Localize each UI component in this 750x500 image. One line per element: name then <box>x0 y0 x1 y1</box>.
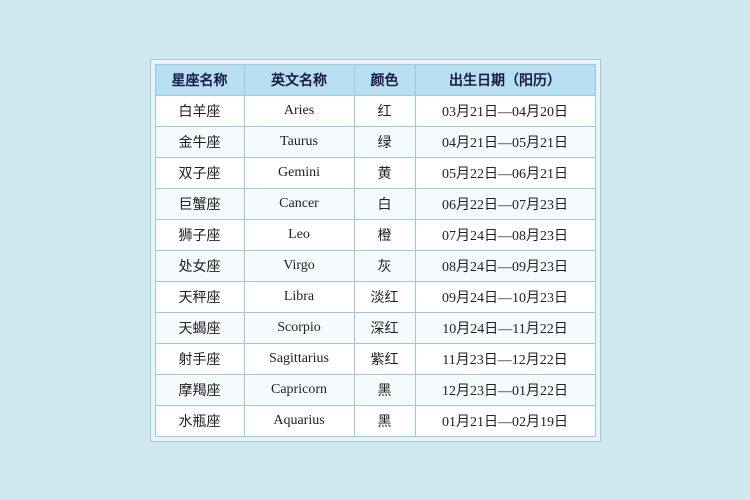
cell-zodiac-en: Taurus <box>244 126 354 157</box>
cell-zodiac-en: Cancer <box>244 188 354 219</box>
table-row: 双子座Gemini黄05月22日—06月21日 <box>155 157 595 188</box>
cell-zodiac-color: 深红 <box>354 312 415 343</box>
table-row: 狮子座Leo橙07月24日—08月23日 <box>155 219 595 250</box>
cell-zodiac-color: 紫红 <box>354 343 415 374</box>
cell-zodiac-en: Virgo <box>244 250 354 281</box>
cell-zodiac-name: 狮子座 <box>155 219 244 250</box>
cell-zodiac-color: 灰 <box>354 250 415 281</box>
cell-zodiac-date: 12月23日—01月22日 <box>415 374 595 405</box>
cell-zodiac-en: Aquarius <box>244 405 354 436</box>
cell-zodiac-date: 03月21日—04月20日 <box>415 95 595 126</box>
cell-zodiac-name: 射手座 <box>155 343 244 374</box>
table-row: 天蝎座Scorpio深红10月24日—11月22日 <box>155 312 595 343</box>
cell-zodiac-en: Gemini <box>244 157 354 188</box>
cell-zodiac-color: 红 <box>354 95 415 126</box>
cell-zodiac-name: 摩羯座 <box>155 374 244 405</box>
cell-zodiac-color: 淡红 <box>354 281 415 312</box>
cell-zodiac-name: 处女座 <box>155 250 244 281</box>
table-row: 天秤座Libra淡红09月24日—10月23日 <box>155 281 595 312</box>
cell-zodiac-en: Libra <box>244 281 354 312</box>
table-row: 金牛座Taurus绿04月21日—05月21日 <box>155 126 595 157</box>
cell-zodiac-name: 巨蟹座 <box>155 188 244 219</box>
cell-zodiac-en: Scorpio <box>244 312 354 343</box>
cell-zodiac-name: 天蝎座 <box>155 312 244 343</box>
table-row: 水瓶座Aquarius黑01月21日—02月19日 <box>155 405 595 436</box>
table-header-row: 星座名称 英文名称 颜色 出生日期（阳历） <box>155 64 595 95</box>
cell-zodiac-date: 11月23日—12月22日 <box>415 343 595 374</box>
table-row: 巨蟹座Cancer白06月22日—07月23日 <box>155 188 595 219</box>
cell-zodiac-name: 金牛座 <box>155 126 244 157</box>
cell-zodiac-name: 双子座 <box>155 157 244 188</box>
cell-zodiac-date: 04月21日—05月21日 <box>415 126 595 157</box>
table-row: 处女座Virgo灰08月24日—09月23日 <box>155 250 595 281</box>
cell-zodiac-en: Capricorn <box>244 374 354 405</box>
table-row: 白羊座Aries红03月21日—04月20日 <box>155 95 595 126</box>
cell-zodiac-en: Sagittarius <box>244 343 354 374</box>
cell-zodiac-date: 10月24日—11月22日 <box>415 312 595 343</box>
cell-zodiac-name: 白羊座 <box>155 95 244 126</box>
cell-zodiac-date: 08月24日—09月23日 <box>415 250 595 281</box>
cell-zodiac-date: 09月24日—10月23日 <box>415 281 595 312</box>
table-row: 射手座Sagittarius紫红11月23日—12月22日 <box>155 343 595 374</box>
cell-zodiac-date: 05月22日—06月21日 <box>415 157 595 188</box>
zodiac-table: 星座名称 英文名称 颜色 出生日期（阳历） 白羊座Aries红03月21日—04… <box>155 64 596 437</box>
cell-zodiac-date: 07月24日—08月23日 <box>415 219 595 250</box>
header-col2: 英文名称 <box>244 64 354 95</box>
table-row: 摩羯座Capricorn黑12月23日—01月22日 <box>155 374 595 405</box>
cell-zodiac-en: Leo <box>244 219 354 250</box>
cell-zodiac-name: 水瓶座 <box>155 405 244 436</box>
zodiac-table-container: 星座名称 英文名称 颜色 出生日期（阳历） 白羊座Aries红03月21日—04… <box>150 59 601 442</box>
cell-zodiac-color: 黑 <box>354 405 415 436</box>
header-col3: 颜色 <box>354 64 415 95</box>
cell-zodiac-color: 绿 <box>354 126 415 157</box>
cell-zodiac-color: 黑 <box>354 374 415 405</box>
cell-zodiac-name: 天秤座 <box>155 281 244 312</box>
header-col1: 星座名称 <box>155 64 244 95</box>
cell-zodiac-color: 黄 <box>354 157 415 188</box>
cell-zodiac-en: Aries <box>244 95 354 126</box>
cell-zodiac-color: 橙 <box>354 219 415 250</box>
cell-zodiac-color: 白 <box>354 188 415 219</box>
cell-zodiac-date: 06月22日—07月23日 <box>415 188 595 219</box>
header-col4: 出生日期（阳历） <box>415 64 595 95</box>
cell-zodiac-date: 01月21日—02月19日 <box>415 405 595 436</box>
